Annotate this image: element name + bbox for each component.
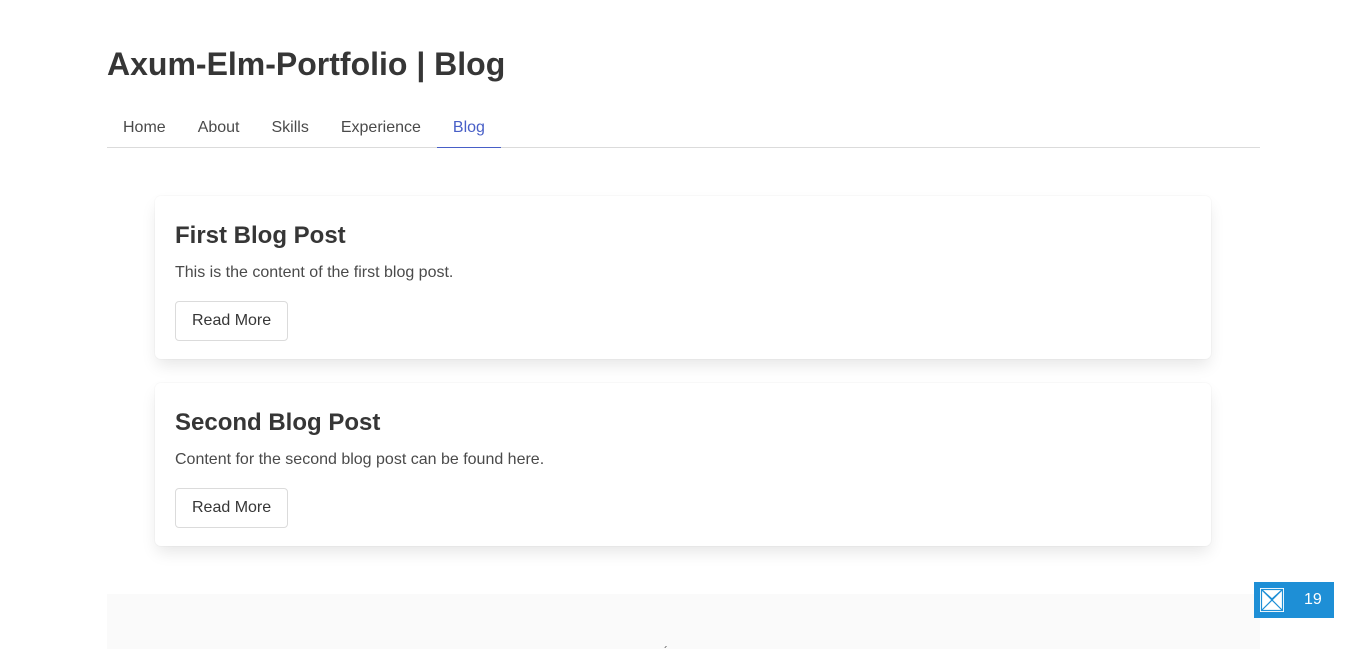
footer-text-fragment: ´ xyxy=(664,644,668,649)
post-title: First Blog Post xyxy=(175,222,346,249)
post-title: Second Blog Post xyxy=(175,409,381,436)
read-more-button[interactable]: Read More xyxy=(175,301,289,341)
tab-blog[interactable]: Blog xyxy=(436,108,501,148)
badge-count: 19 xyxy=(1304,591,1322,608)
tab-skills[interactable]: Skills xyxy=(256,108,325,148)
read-more-button[interactable]: Read More xyxy=(175,488,289,528)
blog-post-card: First Blog Post This is the content of t… xyxy=(155,196,1211,359)
tab-about[interactable]: About xyxy=(182,108,256,148)
post-content: Content for the second blog post can be … xyxy=(175,451,545,468)
tab-home[interactable]: Home xyxy=(107,108,182,148)
tab-experience[interactable]: Experience xyxy=(325,108,437,148)
page: Axum-Elm-Portfolio | Blog Home About Ski… xyxy=(0,0,1362,649)
blog-post-card: Second Blog Post Content for the second … xyxy=(155,383,1211,546)
post-content: This is the content of the first blog po… xyxy=(175,264,454,281)
notification-badge[interactable]: 19 xyxy=(1254,582,1334,618)
nav-tabs: Home About Skills Experience Blog xyxy=(107,108,1260,148)
page-title: Axum-Elm-Portfolio | Blog xyxy=(107,46,506,82)
blog-post-list: First Blog Post This is the content of t… xyxy=(155,196,1211,570)
envelope-x-icon xyxy=(1259,587,1285,613)
footer: ´ xyxy=(107,594,1260,649)
